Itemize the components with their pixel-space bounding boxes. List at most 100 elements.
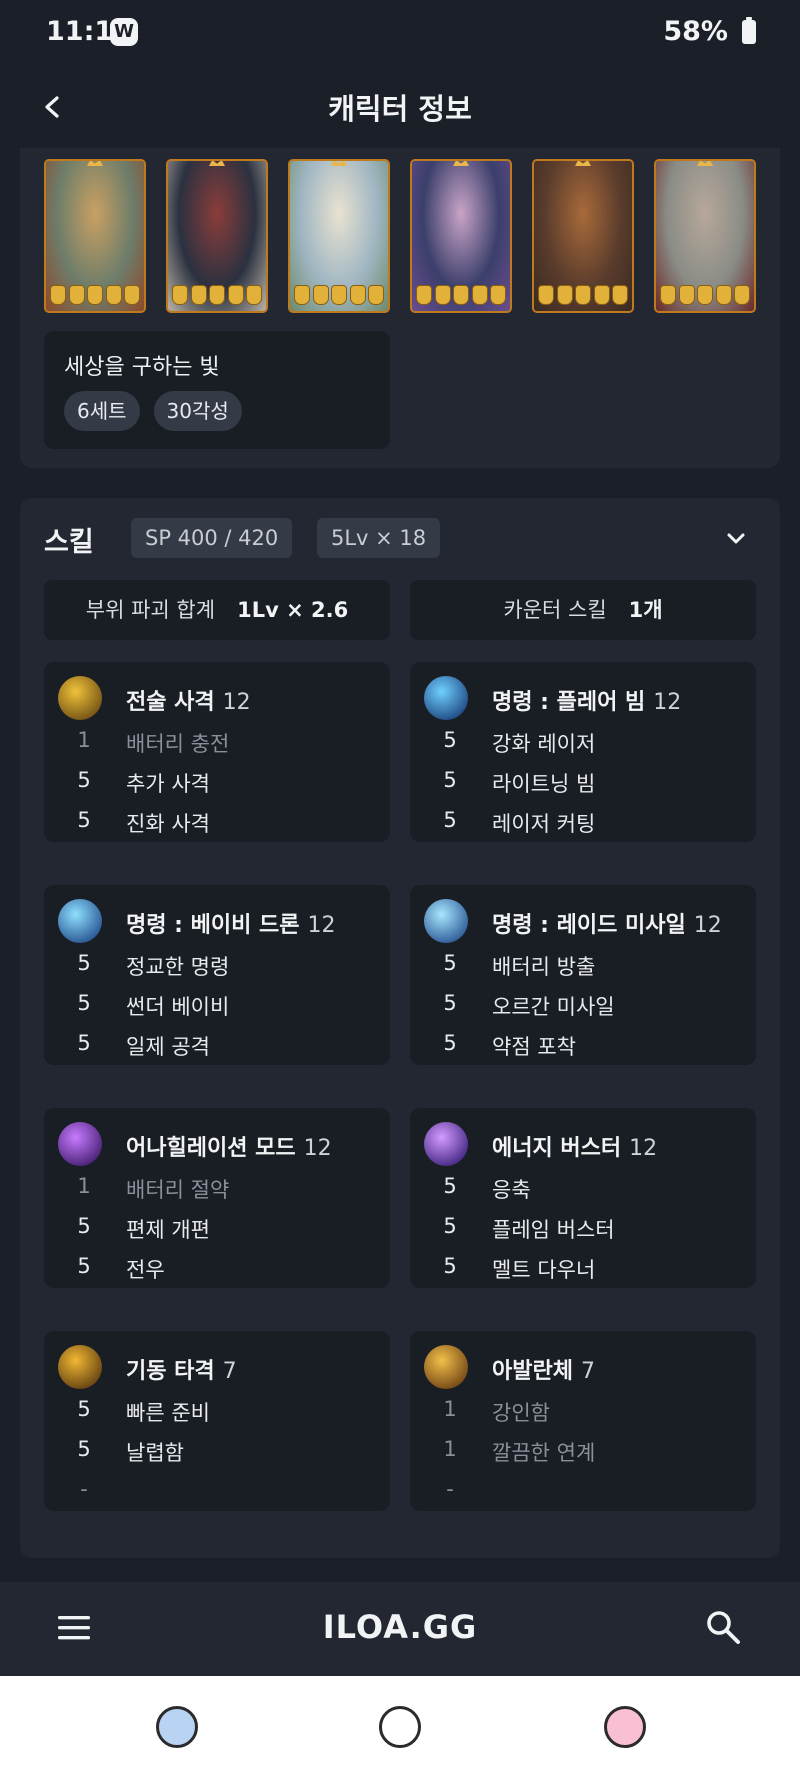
tripod-level: - xyxy=(80,1477,88,1501)
awakening-gem-icon xyxy=(331,285,347,305)
system-nav-bar xyxy=(0,1676,800,1778)
tripod-name: 배터리 방출 xyxy=(492,955,596,979)
brand-logo[interactable]: ILOA.GG xyxy=(0,1608,800,1646)
part-break-value: 1Lv × 2.6 xyxy=(237,598,349,622)
home-button[interactable] xyxy=(379,1706,421,1748)
awakening-gem-icon xyxy=(434,285,451,305)
skill-name: 전술 사격 12 xyxy=(126,690,251,715)
app-badge-icon: W xyxy=(110,18,138,46)
tripod-level: 1 xyxy=(443,1397,457,1421)
tripod-name: 날렵함 xyxy=(126,1441,184,1465)
part-break-stat: 부위 파괴 합계 1Lv × 2.6 xyxy=(44,580,390,640)
tripod-row: 5 오르간 미사일 xyxy=(410,991,756,1031)
character-card[interactable] xyxy=(44,159,146,313)
card-row xyxy=(44,159,776,313)
awakening-gem-icon xyxy=(453,285,469,305)
tripod-name: 썬더 베이비 xyxy=(126,995,230,1019)
tripod-row: 5 진화 사격 xyxy=(44,808,390,848)
skill-level: 12 xyxy=(303,1136,332,1161)
tripod-row: 5 정교한 명령 xyxy=(44,951,390,991)
tripod-name: 전우 xyxy=(126,1258,165,1282)
counter-skill-value: 1개 xyxy=(628,598,663,622)
tripod-level: 5 xyxy=(77,1254,91,1278)
tripod-level: 5 xyxy=(77,951,91,975)
part-break-label: 부위 파괴 합계 xyxy=(85,598,216,622)
character-card[interactable] xyxy=(288,159,390,313)
chevron-down-icon[interactable] xyxy=(722,524,750,552)
tripod-name: 편제 개편 xyxy=(126,1218,210,1242)
tripod-level: 1 xyxy=(443,1437,457,1461)
awakening-gems xyxy=(294,285,384,305)
skill-card[interactable]: 기동 타격 7 5 빠른 준비 5 날렵함 - xyxy=(44,1331,390,1511)
tripod-level: 5 xyxy=(443,951,457,975)
top-header: 캐릭터 정보 xyxy=(0,66,800,148)
awakening-chip: 30각성 xyxy=(153,391,242,431)
skill-card[interactable]: 어나힐레이션 모드 12 1 배터리 절약 5 편제 개편 5 전우 xyxy=(44,1108,390,1288)
awakening-gem-icon xyxy=(575,285,591,305)
character-card[interactable] xyxy=(532,159,634,313)
status-bar: 11:12 W 58% xyxy=(0,0,800,66)
tripod-name: 배터리 절약 xyxy=(126,1178,230,1202)
skill-card[interactable]: 아발란체 7 1 강인함 1 깔끔한 연계 - xyxy=(410,1331,756,1511)
skill-card[interactable]: 명령 : 플레어 빔 12 5 강화 레이저 5 라이트닝 빔 5 레이저 커팅 xyxy=(410,662,756,842)
main-content[interactable]: 세상을 구하는 빛 6세트 30각성 스킬 SP 400 / 420 5Lv ×… xyxy=(0,148,800,1582)
skill-name: 명령 : 플레어 빔 12 xyxy=(492,690,682,715)
tripod-row: 1 깔끔한 연계 xyxy=(410,1437,756,1477)
character-card[interactable] xyxy=(166,159,268,313)
skill-card[interactable]: 전술 사격 12 1 배터리 충전 5 추가 사격 5 진화 사격 xyxy=(44,662,390,842)
tripod-level: 5 xyxy=(77,768,91,792)
skill-name: 어나힐레이션 모드 12 xyxy=(126,1136,332,1161)
skills-label: 스킬 xyxy=(44,527,94,558)
awakening-gems xyxy=(416,285,506,305)
character-card[interactable] xyxy=(410,159,512,313)
tripod-level: 5 xyxy=(77,808,91,832)
recents-button[interactable] xyxy=(156,1706,198,1748)
tripod-name: 배터리 충전 xyxy=(126,732,230,756)
tripod-name: 정교한 명령 xyxy=(126,955,230,979)
tripod-row: 5 빠른 준비 xyxy=(44,1397,390,1437)
skill-icon xyxy=(424,899,468,943)
tripod-row: - xyxy=(410,1477,756,1517)
skill-card[interactable]: 명령 : 베이비 드론 12 5 정교한 명령 5 썬더 베이비 5 일제 공격 xyxy=(44,885,390,1065)
tripod-name: 진화 사격 xyxy=(126,812,210,836)
awakening-gem-icon xyxy=(556,285,573,305)
tripod-row: 5 추가 사격 xyxy=(44,768,390,808)
skill-name: 기동 타격 7 xyxy=(126,1359,237,1384)
awakening-gem-icon xyxy=(190,285,207,305)
skill-name: 명령 : 베이비 드론 12 xyxy=(126,913,336,938)
skill-card[interactable]: 에너지 버스터 12 5 응축 5 플레임 버스터 5 멜트 다우너 xyxy=(410,1108,756,1288)
awakening-gems xyxy=(172,285,262,305)
skill-icon xyxy=(58,676,102,720)
search-icon[interactable] xyxy=(702,1606,744,1648)
awakening-gem-icon xyxy=(87,285,103,305)
skill-level: 12 xyxy=(222,690,251,715)
tripod-row: 1 배터리 절약 xyxy=(44,1174,390,1214)
tripod-level: 1 xyxy=(77,1174,91,1198)
tripod-name: 빠른 준비 xyxy=(126,1401,210,1425)
skill-name: 아발란체 7 xyxy=(492,1359,595,1384)
character-card[interactable] xyxy=(654,159,756,313)
tripod-level: 5 xyxy=(443,1174,457,1198)
tripod-row: 5 응축 xyxy=(410,1174,756,1214)
counter-skill-stat: 카운터 스킬 1개 xyxy=(410,580,756,640)
tripod-name: 플레임 버스터 xyxy=(492,1218,615,1242)
awakening-gem-icon xyxy=(678,285,695,305)
back-button[interactable] xyxy=(604,1706,646,1748)
skill-level: 7 xyxy=(222,1359,237,1384)
awakening-gem-icon xyxy=(246,285,262,305)
skill-name: 명령 : 레이드 미사일 12 xyxy=(492,913,722,938)
bottom-app-bar: ILOA.GG xyxy=(0,1582,800,1676)
tripod-level: 5 xyxy=(443,808,457,832)
tripod-level: 5 xyxy=(443,991,457,1015)
awakening-gem-icon xyxy=(715,285,732,305)
skill-level: 12 xyxy=(653,690,682,715)
awakening-gem-icon xyxy=(124,285,140,305)
skill-card[interactable]: 명령 : 레이드 미사일 12 5 배터리 방출 5 오르간 미사일 5 약점 포착 xyxy=(410,885,756,1065)
awakening-gem-icon xyxy=(105,285,122,305)
skill-icon xyxy=(424,676,468,720)
tripod-row: 5 배터리 방출 xyxy=(410,951,756,991)
tripod-row: 1 배터리 충전 xyxy=(44,728,390,768)
card-set-name: 세상을 구하는 빛 xyxy=(64,355,220,380)
tripod-row: 5 전우 xyxy=(44,1254,390,1294)
skill-icon xyxy=(58,1345,102,1389)
